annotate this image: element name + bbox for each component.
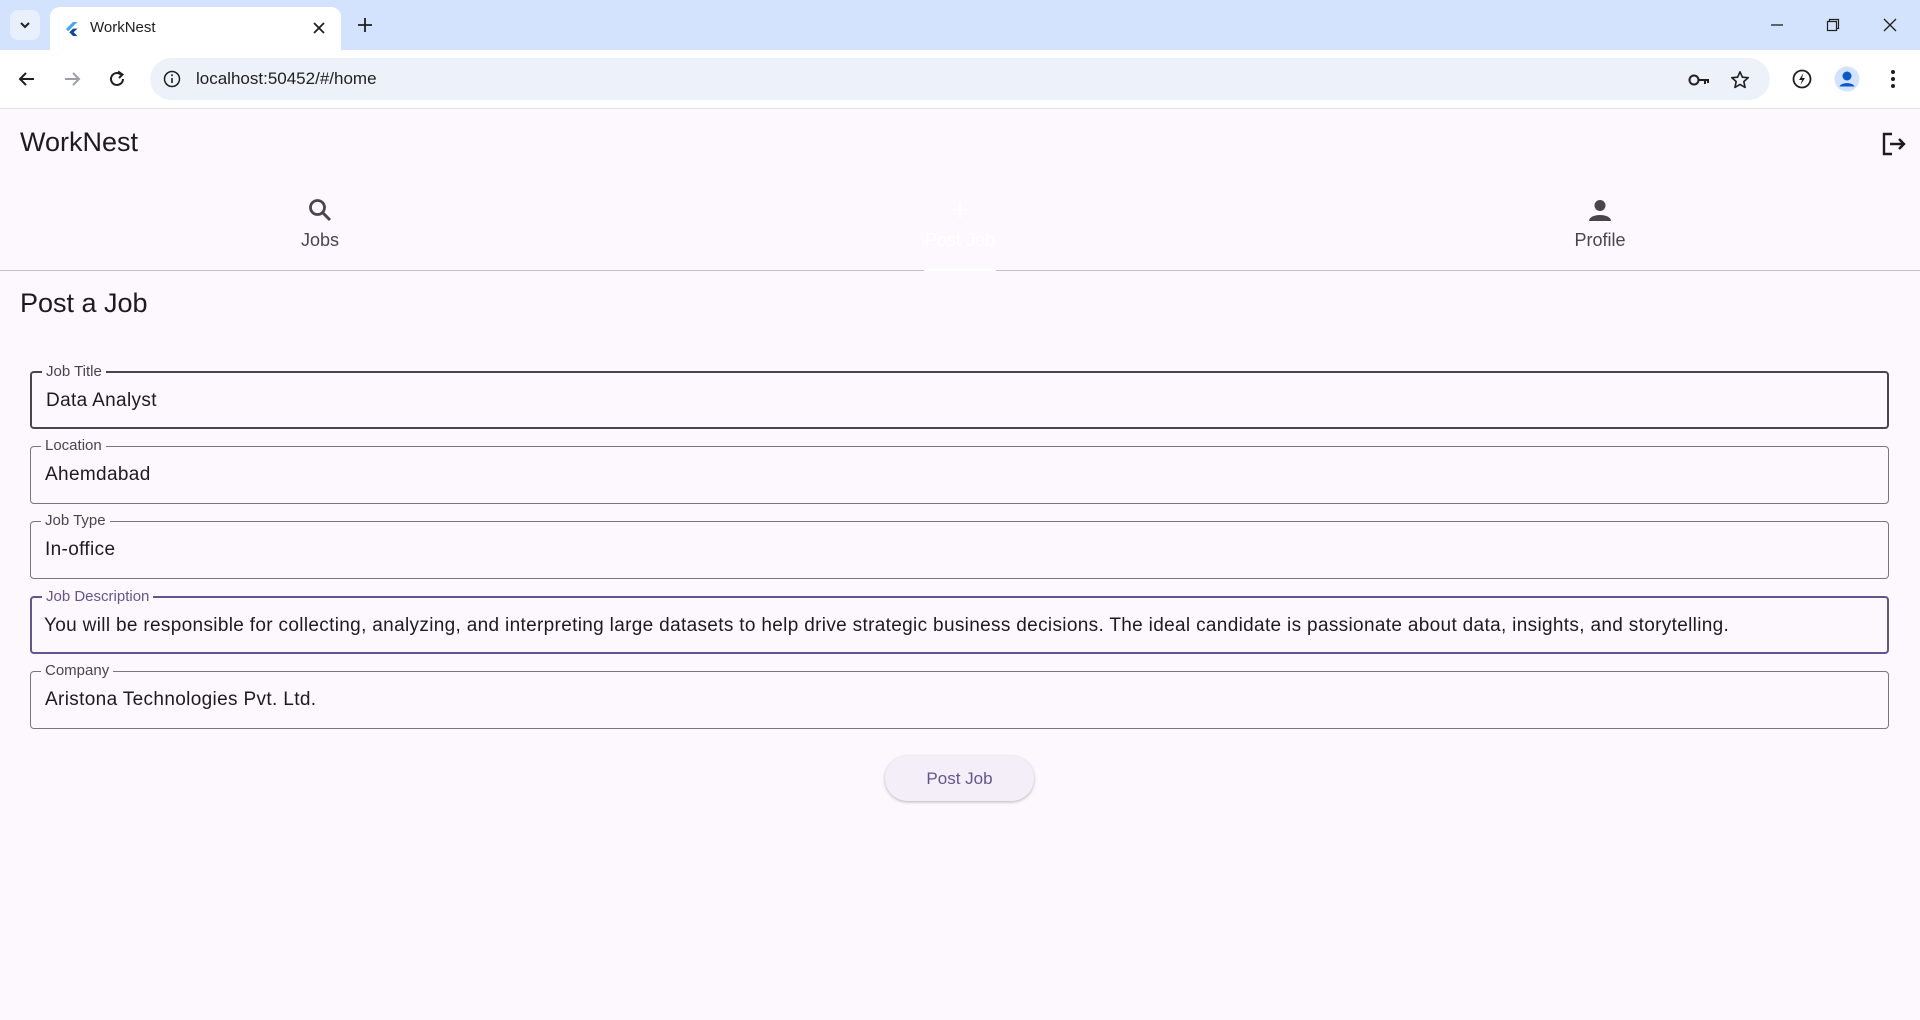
- password-key-icon[interactable]: [1687, 68, 1711, 92]
- menu-dots-icon[interactable]: [1876, 62, 1910, 96]
- browser-tab-strip: WorkNest: [0, 0, 1920, 50]
- job-title-field[interactable]: Job Title Data Analyst: [30, 363, 1889, 429]
- reload-icon[interactable]: [100, 62, 134, 96]
- company-field[interactable]: Company Aristona Technologies Pvt. Ltd.: [30, 662, 1889, 729]
- restore-icon[interactable]: [1820, 12, 1846, 38]
- new-tab-icon[interactable]: [352, 12, 378, 38]
- field-value[interactable]: You will be responsible for collecting, …: [44, 615, 1729, 637]
- address-bar[interactable]: localhost:50452/#/home: [150, 58, 1770, 100]
- tab-label: Profile: [1574, 230, 1626, 250]
- tab-label: Post Job: [924, 230, 996, 250]
- field-label: Job Title: [42, 363, 106, 381]
- profile-avatar-icon[interactable]: [1830, 62, 1864, 96]
- bookmark-star-icon[interactable]: [1728, 68, 1752, 92]
- close-tab-icon[interactable]: [308, 17, 330, 39]
- tab-profile[interactable]: Profile: [1280, 179, 1920, 270]
- forward-icon[interactable]: [55, 62, 89, 96]
- post-job-button[interactable]: Post Job: [885, 756, 1034, 801]
- page-title: Post a Job: [20, 288, 148, 318]
- field-value[interactable]: Aristona Technologies Pvt. Ltd.: [45, 689, 316, 711]
- app-title: WorkNest: [20, 127, 139, 157]
- field-label: Location: [41, 437, 106, 455]
- tab-post-job[interactable]: Post Job: [640, 179, 1280, 271]
- back-icon[interactable]: [10, 62, 44, 96]
- app-bar: WorkNest: [0, 109, 1920, 179]
- field-label: Job Description: [42, 588, 154, 606]
- performance-icon[interactable]: [1785, 62, 1819, 96]
- job-description-field[interactable]: Job Description You will be responsible …: [30, 588, 1889, 654]
- tab-search-button[interactable]: [10, 10, 40, 40]
- tab-title: WorkNest: [90, 19, 156, 36]
- location-field[interactable]: Location Ahemdabad: [30, 437, 1889, 504]
- browser-tab[interactable]: WorkNest: [50, 7, 341, 50]
- active-tab-indicator: [924, 268, 996, 271]
- tab-jobs[interactable]: Jobs: [0, 179, 640, 270]
- plus-icon: [945, 195, 975, 225]
- logout-icon[interactable]: [1878, 129, 1908, 159]
- person-icon: [1585, 195, 1615, 225]
- flutter-icon: [66, 22, 78, 36]
- field-value[interactable]: Ahemdabad: [45, 464, 151, 486]
- field-label: Job Type: [41, 512, 110, 530]
- chevron-down-icon: [20, 22, 30, 29]
- url-text[interactable]: localhost:50452/#/home: [196, 69, 377, 89]
- job-type-field[interactable]: Job Type In-office: [30, 512, 1889, 579]
- browser-toolbar: localhost:50452/#/home: [0, 50, 1920, 109]
- field-label: Company: [41, 662, 114, 680]
- site-info-icon[interactable]: [162, 69, 182, 89]
- close-window-icon[interactable]: [1877, 12, 1903, 38]
- field-value[interactable]: Data Analyst: [46, 390, 157, 412]
- field-value[interactable]: In-office: [45, 539, 115, 561]
- tab-label: Jobs: [300, 230, 340, 250]
- search-icon: [305, 195, 335, 225]
- minimize-icon[interactable]: [1764, 12, 1790, 38]
- main-tab-bar: Jobs Post Job Profile: [0, 179, 1920, 271]
